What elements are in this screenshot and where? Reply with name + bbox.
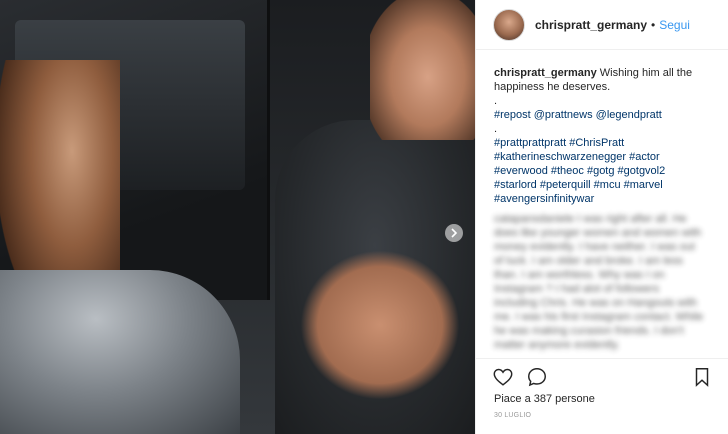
chevron-right-icon	[451, 228, 458, 238]
post-date[interactable]: 30 LUGLIO	[494, 412, 531, 419]
comment-line: catapansdaniele I was right after all. H…	[494, 213, 687, 225]
man-head	[370, 0, 475, 140]
caption-hashtags[interactable]: #everwood #theoc #gotg #gotgvol2	[494, 164, 710, 178]
comment-line: of luck. I am older and broke. I am less	[494, 255, 683, 267]
post-sidebar: chrispratt_germany • Segui chrispratt_ge…	[475, 0, 728, 434]
heart-icon[interactable]	[492, 366, 514, 388]
caption-hashtags[interactable]: #katherineschwarzenegger #actor	[494, 150, 710, 164]
caption-hashtags[interactable]: #prattprattpratt #ChrisPratt	[494, 136, 710, 150]
caption-line-1: chrispratt_germany Wishing him all the h…	[494, 66, 710, 94]
caption-hashtags[interactable]: #avengersinfinitywar	[494, 192, 710, 206]
comment-icon[interactable]	[526, 366, 548, 388]
carousel-next-button[interactable]	[445, 224, 463, 242]
post-username[interactable]: chrispratt_germany	[535, 18, 647, 32]
comment-line: than. I am worthless. Why was I on	[494, 269, 665, 281]
caption-line: .	[494, 95, 498, 107]
post-photo[interactable]	[0, 0, 475, 434]
separator-dot: •	[651, 17, 656, 32]
car-mirror	[0, 270, 240, 434]
comment-line: me. I was his first Instagram contact. W…	[494, 311, 704, 323]
bookmark-icon[interactable]	[691, 366, 713, 388]
blurred-comment: catapansdaniele I was right after all. H…	[494, 212, 710, 352]
follow-button[interactable]: Segui	[659, 18, 690, 32]
comment-line: money evidently. I have neither. I was o…	[494, 241, 695, 253]
comment-line: he was making curasion friends. I don't	[494, 325, 684, 337]
comment-line: Instagram ? I had alot of followers	[494, 283, 660, 295]
man-arm	[300, 250, 460, 400]
post-header: chrispratt_germany • Segui	[476, 0, 728, 50]
avatar[interactable]	[493, 8, 525, 41]
action-bar	[476, 358, 728, 394]
caption-author[interactable]: chrispratt_germany	[494, 67, 597, 79]
caption-line: .	[494, 123, 498, 135]
comment-line: including Chris. He was on Hangouts with	[494, 297, 697, 309]
caption: chrispratt_germany Wishing him all the h…	[476, 50, 728, 358]
caption-hashtags[interactable]: #repost @prattnews @legendpratt	[494, 108, 710, 122]
caption-hashtags[interactable]: #starlord #peterquill #mcu #marvel	[494, 178, 710, 192]
comment-line: does like younger women and women with	[494, 227, 702, 239]
comment-line: matter anymore evidently.	[494, 339, 620, 351]
likes-count[interactable]: Piace a 387 persone	[494, 393, 595, 405]
